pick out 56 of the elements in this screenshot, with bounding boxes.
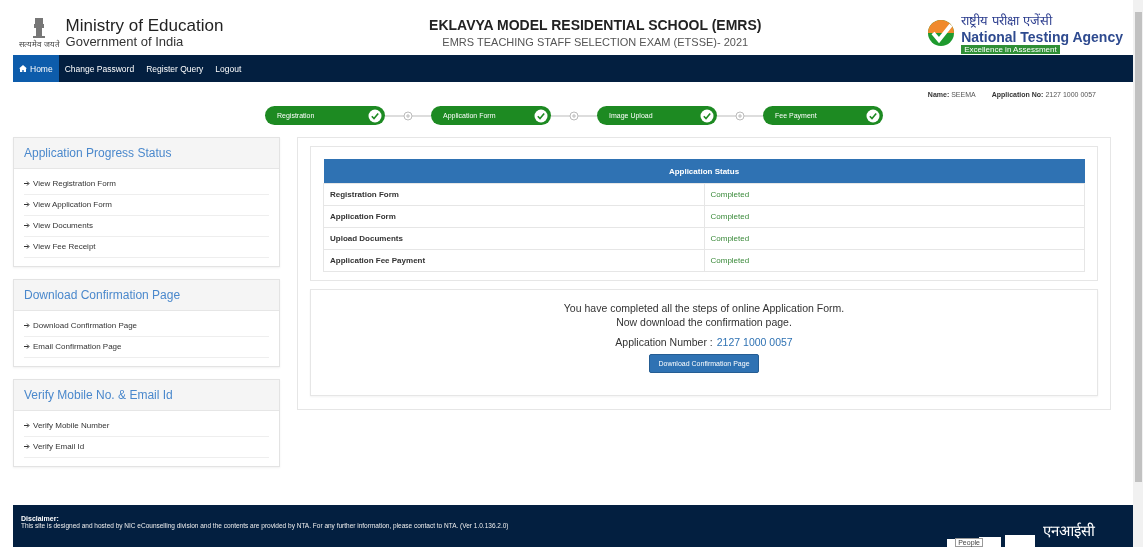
sidebar-link[interactable]: Email Confirmation Page bbox=[24, 337, 269, 358]
arrow-icon bbox=[24, 181, 30, 186]
completion-message: You have completed all the steps of online Application Form. bbox=[563, 302, 845, 314]
table-cell: Completed bbox=[704, 249, 1085, 272]
table-cell: Application Form bbox=[323, 205, 704, 228]
sidebar-link[interactable]: Download Confirmation Page bbox=[24, 316, 269, 337]
check-icon bbox=[700, 108, 714, 123]
ministry-name: Ministry of Education bbox=[65, 16, 224, 35]
government-name: Government of India bbox=[65, 34, 185, 49]
arrow-icon bbox=[24, 244, 30, 249]
check-icon bbox=[534, 108, 548, 123]
arrow-icon bbox=[24, 223, 30, 228]
panel-title: Verify Mobile No. & Email Id bbox=[14, 380, 279, 411]
step-connector-icon bbox=[385, 110, 431, 121]
table-cell: Upload Documents bbox=[323, 227, 704, 250]
exam-title: EKLAVYA MODEL RESIDENTIAL SCHOOL (EMRS) bbox=[429, 17, 762, 33]
home-icon bbox=[19, 65, 27, 72]
table-cell: Completed bbox=[704, 205, 1085, 228]
nav-link[interactable]: Home bbox=[13, 55, 59, 82]
arrow-icon bbox=[24, 444, 30, 449]
nav-link[interactable]: Change Password bbox=[58, 55, 141, 82]
step-connector-icon bbox=[551, 110, 597, 121]
logo-hindi-text: एनआईसी bbox=[1043, 521, 1095, 540]
number-label: Application Number : bbox=[615, 336, 713, 348]
emblem-icon bbox=[31, 16, 48, 40]
arrow-icon bbox=[24, 202, 30, 207]
table-cell: Completed bbox=[704, 227, 1085, 250]
sidebar-link[interactable]: Verify Email Id bbox=[24, 437, 269, 458]
nav-link[interactable]: Logout bbox=[209, 55, 248, 82]
exam-subtitle: EMRS TEACHING STAFF SELECTION EXAM (ETSSE)- 2021 bbox=[442, 36, 749, 48]
table-cell: Completed bbox=[704, 183, 1085, 206]
table-header: Application Status bbox=[323, 159, 1085, 184]
table-cell: Application Fee Payment bbox=[323, 249, 704, 272]
agency-tagline: Excellence in Assessment bbox=[961, 45, 1060, 54]
sidebar-link[interactable]: Verify Mobile Number bbox=[24, 416, 269, 437]
agency-name: National Testing Agency bbox=[961, 29, 1123, 45]
agency-hindi-name: राष्ट्रीय परीक्षा एजेंसी bbox=[961, 12, 1054, 29]
sidebar-link[interactable]: View Documents bbox=[24, 216, 269, 237]
number-value: 2127 1000 0057 bbox=[716, 336, 793, 348]
panel-title: Application Progress Status bbox=[14, 138, 279, 169]
check-icon bbox=[866, 108, 880, 123]
sidebar-link[interactable]: View Registration Form bbox=[24, 174, 269, 195]
check-logo-icon bbox=[927, 18, 956, 47]
step-connector-icon bbox=[717, 110, 763, 121]
emblem-caption: सत्यमेव जयते bbox=[19, 40, 60, 49]
nav-link[interactable]: Register Query bbox=[140, 55, 210, 82]
arrow-icon bbox=[24, 344, 30, 349]
completion-message: Now download the confirmation page. bbox=[616, 316, 792, 328]
check-icon bbox=[368, 108, 382, 123]
panel-title: Download Confirmation Page bbox=[14, 280, 279, 311]
sidebar-link[interactable]: View Application Form bbox=[24, 195, 269, 216]
table-cell: Registration Form bbox=[323, 183, 704, 206]
sidebar-link[interactable]: View Fee Receipt bbox=[24, 237, 269, 258]
arrow-icon bbox=[24, 323, 30, 328]
scrollbar-thumb[interactable] bbox=[1134, 12, 1142, 482]
arrow-icon bbox=[24, 423, 30, 428]
